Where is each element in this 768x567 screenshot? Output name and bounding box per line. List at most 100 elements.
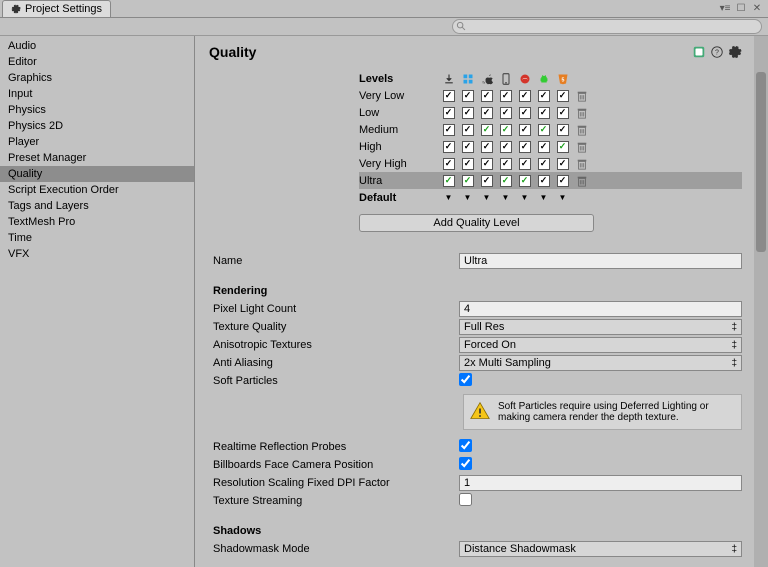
default-arrow-icon[interactable]: ▼ <box>521 193 529 202</box>
sidebar-item-editor[interactable]: Editor <box>0 54 194 70</box>
trash-icon[interactable] <box>576 89 588 103</box>
level-checkbox[interactable] <box>481 141 493 153</box>
sidebar-item-tags-and-layers[interactable]: Tags and Layers <box>0 198 194 214</box>
level-checkbox[interactable] <box>462 107 474 119</box>
level-checkbox[interactable] <box>519 124 531 136</box>
window-close-icon[interactable]: ✕ <box>750 3 764 15</box>
aniso-dropdown[interactable]: Forced On <box>459 337 742 353</box>
default-arrow-icon[interactable]: ▼ <box>445 193 453 202</box>
quality-level-row[interactable]: Medium <box>359 121 742 138</box>
level-checkbox[interactable] <box>462 141 474 153</box>
level-checkbox[interactable] <box>500 158 512 170</box>
level-checkbox[interactable] <box>500 175 512 187</box>
aa-dropdown[interactable]: 2x Multi Sampling <box>459 355 742 371</box>
level-checkbox[interactable] <box>481 158 493 170</box>
soft-particles-checkbox[interactable] <box>459 373 472 386</box>
level-checkbox[interactable] <box>557 90 569 102</box>
trash-icon[interactable] <box>576 174 588 188</box>
level-checkbox[interactable] <box>557 175 569 187</box>
quality-level-row[interactable]: High <box>359 138 742 155</box>
name-input[interactable] <box>459 253 742 269</box>
sidebar-item-input[interactable]: Input <box>0 86 194 102</box>
level-checkbox[interactable] <box>462 124 474 136</box>
sidebar-item-graphics[interactable]: Graphics <box>0 70 194 86</box>
default-arrow-icon[interactable]: ▼ <box>502 193 510 202</box>
sidebar-item-player[interactable]: Player <box>0 134 194 150</box>
shadowmask-dropdown[interactable]: Distance Shadowmask <box>459 541 742 557</box>
trash-icon[interactable] <box>576 157 588 171</box>
settings-icon[interactable] <box>728 45 742 59</box>
default-arrow-icon[interactable]: ▼ <box>559 193 567 202</box>
preset-icon[interactable] <box>692 45 706 59</box>
quality-level-row[interactable]: Very High <box>359 155 742 172</box>
level-checkbox[interactable] <box>443 175 455 187</box>
window-maximize-icon[interactable]: ☐ <box>734 3 748 15</box>
level-checkbox[interactable] <box>500 107 512 119</box>
res-scaling-input[interactable] <box>459 475 742 491</box>
sidebar-item-textmesh-pro[interactable]: TextMesh Pro <box>0 214 194 230</box>
pixel-light-input[interactable] <box>459 301 742 317</box>
add-quality-level-button[interactable]: Add Quality Level <box>359 214 594 232</box>
trash-icon[interactable] <box>576 140 588 154</box>
level-checkbox[interactable] <box>538 107 550 119</box>
level-checkbox[interactable] <box>500 141 512 153</box>
realtime-refl-checkbox[interactable] <box>459 439 472 452</box>
quality-level-row[interactable]: Very Low <box>359 87 742 104</box>
level-checkbox[interactable] <box>481 90 493 102</box>
quality-level-row[interactable]: Ultra <box>359 172 742 189</box>
level-checkbox[interactable] <box>557 141 569 153</box>
tex-streaming-checkbox[interactable] <box>459 493 472 506</box>
sidebar-item-preset-manager[interactable]: Preset Manager <box>0 150 194 166</box>
level-checkbox[interactable] <box>481 124 493 136</box>
level-checkbox[interactable] <box>462 175 474 187</box>
sidebar-item-physics-2d[interactable]: Physics 2D <box>0 118 194 134</box>
level-checkbox[interactable] <box>462 90 474 102</box>
sidebar-item-audio[interactable]: Audio <box>0 38 194 54</box>
level-checkbox[interactable] <box>481 107 493 119</box>
level-checkbox[interactable] <box>519 90 531 102</box>
level-checkbox[interactable] <box>500 124 512 136</box>
level-checkbox[interactable] <box>462 158 474 170</box>
stadia-icon <box>519 73 531 85</box>
scrollbar-thumb[interactable] <box>756 72 766 252</box>
search-icon <box>456 21 467 32</box>
level-checkbox[interactable] <box>557 158 569 170</box>
level-checkbox[interactable] <box>557 124 569 136</box>
window-menu-icon[interactable]: ▾≡ <box>718 3 732 15</box>
default-arrow-icon[interactable]: ▼ <box>540 193 548 202</box>
billboards-checkbox[interactable] <box>459 457 472 470</box>
tex-streaming-label: Texture Streaming <box>209 495 459 507</box>
level-checkbox[interactable] <box>538 141 550 153</box>
help-icon[interactable]: ? <box>710 45 724 59</box>
sidebar-item-vfx[interactable]: VFX <box>0 246 194 262</box>
level-checkbox[interactable] <box>443 90 455 102</box>
sidebar-item-time[interactable]: Time <box>0 230 194 246</box>
sidebar-item-quality[interactable]: Quality <box>0 166 194 182</box>
window-tab[interactable]: Project Settings <box>2 0 111 17</box>
level-checkbox[interactable] <box>519 141 531 153</box>
texture-quality-dropdown[interactable]: Full Res <box>459 319 742 335</box>
sidebar-item-physics[interactable]: Physics <box>0 102 194 118</box>
default-arrow-icon[interactable]: ▼ <box>483 193 491 202</box>
level-checkbox[interactable] <box>538 175 550 187</box>
level-checkbox[interactable] <box>538 158 550 170</box>
level-checkbox[interactable] <box>500 90 512 102</box>
level-checkbox[interactable] <box>443 141 455 153</box>
level-checkbox[interactable] <box>538 124 550 136</box>
trash-icon[interactable] <box>576 106 588 120</box>
level-checkbox[interactable] <box>519 158 531 170</box>
quality-level-row[interactable]: Low <box>359 104 742 121</box>
scrollbar[interactable] <box>754 36 768 567</box>
level-checkbox[interactable] <box>538 90 550 102</box>
level-checkbox[interactable] <box>443 124 455 136</box>
trash-icon[interactable] <box>576 123 588 137</box>
sidebar-item-script-execution-order[interactable]: Script Execution Order <box>0 182 194 198</box>
level-checkbox[interactable] <box>443 107 455 119</box>
default-arrow-icon[interactable]: ▼ <box>464 193 472 202</box>
search-input[interactable] <box>452 19 762 34</box>
level-checkbox[interactable] <box>443 158 455 170</box>
level-checkbox[interactable] <box>481 175 493 187</box>
level-checkbox[interactable] <box>519 175 531 187</box>
level-checkbox[interactable] <box>557 107 569 119</box>
level-checkbox[interactable] <box>519 107 531 119</box>
